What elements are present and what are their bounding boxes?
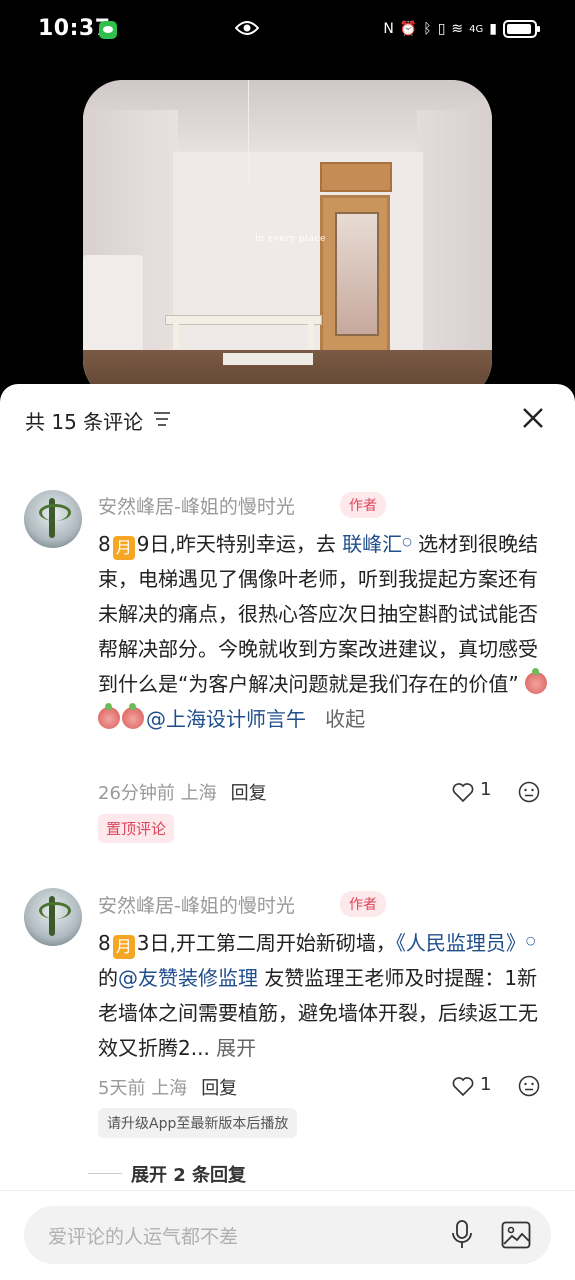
avatar[interactable] [24,888,82,946]
signal-icon: ▮ [489,21,497,37]
photo-rug [223,353,313,365]
comment-text-part: 8 [98,532,111,556]
comments-count-title: 共 15 条评论 [25,410,144,434]
author-tag: 作者 [340,492,386,518]
photo-bench-leg [173,323,179,349]
comment-time: 5天前 [98,1078,146,1099]
reply-button[interactable]: 回复 [201,1078,237,1099]
status-bar: 10:37 N ⏰ ᛒ ▯ ≋ 4G ▮ [0,0,575,60]
mention-link[interactable]: @上海设计师言午 [146,707,306,731]
photo-door-glass [335,212,379,336]
peach-emoji [525,668,548,694]
month-emoji: 月 [112,935,135,959]
dislike-face-icon[interactable] [518,1075,540,1097]
upgrade-app-tag[interactable]: 请升级App至最新版本后播放 [98,1108,298,1138]
comment-input-bar: 爱评论的人运气都不差 [0,1190,575,1280]
nfc-icon: N [383,21,394,37]
search-icon: ○ [525,934,536,947]
image-icon[interactable] [501,1221,531,1249]
comment-text-part: 8 [98,931,111,955]
photo-cabinet [320,162,392,192]
expand-button[interactable]: 展开 [216,1036,256,1060]
reply-button[interactable]: 回复 [231,783,267,804]
wechat-icon [99,21,117,39]
eye-icon [235,21,259,35]
wifi-icon: ≋ [451,21,464,37]
comment-text-part: 选材到很晚结束，电梯遇见了偶像叶老师，听到我提起方案还有未解决的痛点，很热心答应… [98,532,539,696]
heart-icon[interactable] [452,1076,474,1096]
alarm-icon: ⏰ [399,21,418,37]
comments-sheet: 共 15 条评论 安然峰居-峰姐的慢时光 作者 8 月 9日,昨天特别幸运，去 联峰… [0,384,575,1279]
like-count: 1 [480,1074,492,1095]
photo-bench-leg [308,323,314,349]
avatar[interactable] [24,490,82,548]
comments-header: 共 15 条评论 [0,384,575,454]
pinned-tag: 置顶评论 [98,814,175,843]
photo-bench [165,315,322,325]
author-tag: 作者 [340,891,386,917]
comment-text-part: 9日,昨天特别幸运，去 [136,532,343,556]
battery-icon [503,20,540,38]
comment-meta: 26分钟前 上海 回复 [98,779,267,805]
expand-replies-button[interactable]: 展开 2 条回复 [131,1161,246,1187]
close-icon[interactable] [522,407,544,429]
search-link[interactable]: 《人民监理员》 [396,931,526,955]
peach-emoji [122,703,144,729]
sort-icon[interactable] [153,411,171,427]
mention-link[interactable]: @友赞装修监理 [118,966,258,990]
photo-light-wire [248,80,249,190]
comment-input-placeholder: 爱评论的人运气都不差 [48,1226,239,1248]
dislike-face-icon[interactable] [518,781,540,803]
post-photo[interactable]: in every place [83,80,492,400]
photo-right-wall [417,110,492,390]
collapse-button[interactable]: 收起 [325,707,365,731]
comment-time: 26分钟前 [98,783,175,804]
bluetooth-icon: ᛒ [423,21,432,37]
comment-text-part: 3日,开工第二周开始新砌墙， [136,931,396,955]
comment-location: 上海 [180,783,217,804]
status-icons: N ⏰ ᛒ ▯ ≋ 4G ▮ [383,18,540,40]
comment-text[interactable]: 8 月 3日,开工第二周开始新砌墙，《人民监理员》○的@友赞装修监理 友赞监理王老师… [98,923,553,1066]
comment-text-part: 的 [98,966,118,990]
comment-author-name[interactable]: 安然峰居-峰姐的慢时光 [98,891,295,918]
month-emoji: 月 [112,536,135,560]
search-link[interactable]: 联峰汇 [342,532,402,556]
network-label: 4G [469,23,484,35]
vibrate-icon: ▯ [437,21,446,37]
expand-divider [88,1173,122,1174]
search-icon: ○ [402,535,412,548]
peach-emoji [98,703,120,729]
comment-author-name[interactable]: 安然峰居-峰姐的慢时光 [98,492,295,519]
photo-watermark: in every place [255,234,326,244]
comment-input[interactable]: 爱评论的人运气都不差 [24,1206,551,1264]
microphone-icon[interactable] [451,1220,473,1250]
like-count: 1 [480,779,492,800]
comment-location: 上海 [151,1078,188,1099]
heart-icon[interactable] [452,782,474,802]
photo-door [320,195,390,360]
comment-text[interactable]: 8 月 9日,昨天特别幸运，去 联峰汇○ 选材到很晚结束，电梯遇见了偶像叶老师，听到… [98,524,553,737]
comment-meta: 5天前 上海 回复 [98,1074,237,1100]
